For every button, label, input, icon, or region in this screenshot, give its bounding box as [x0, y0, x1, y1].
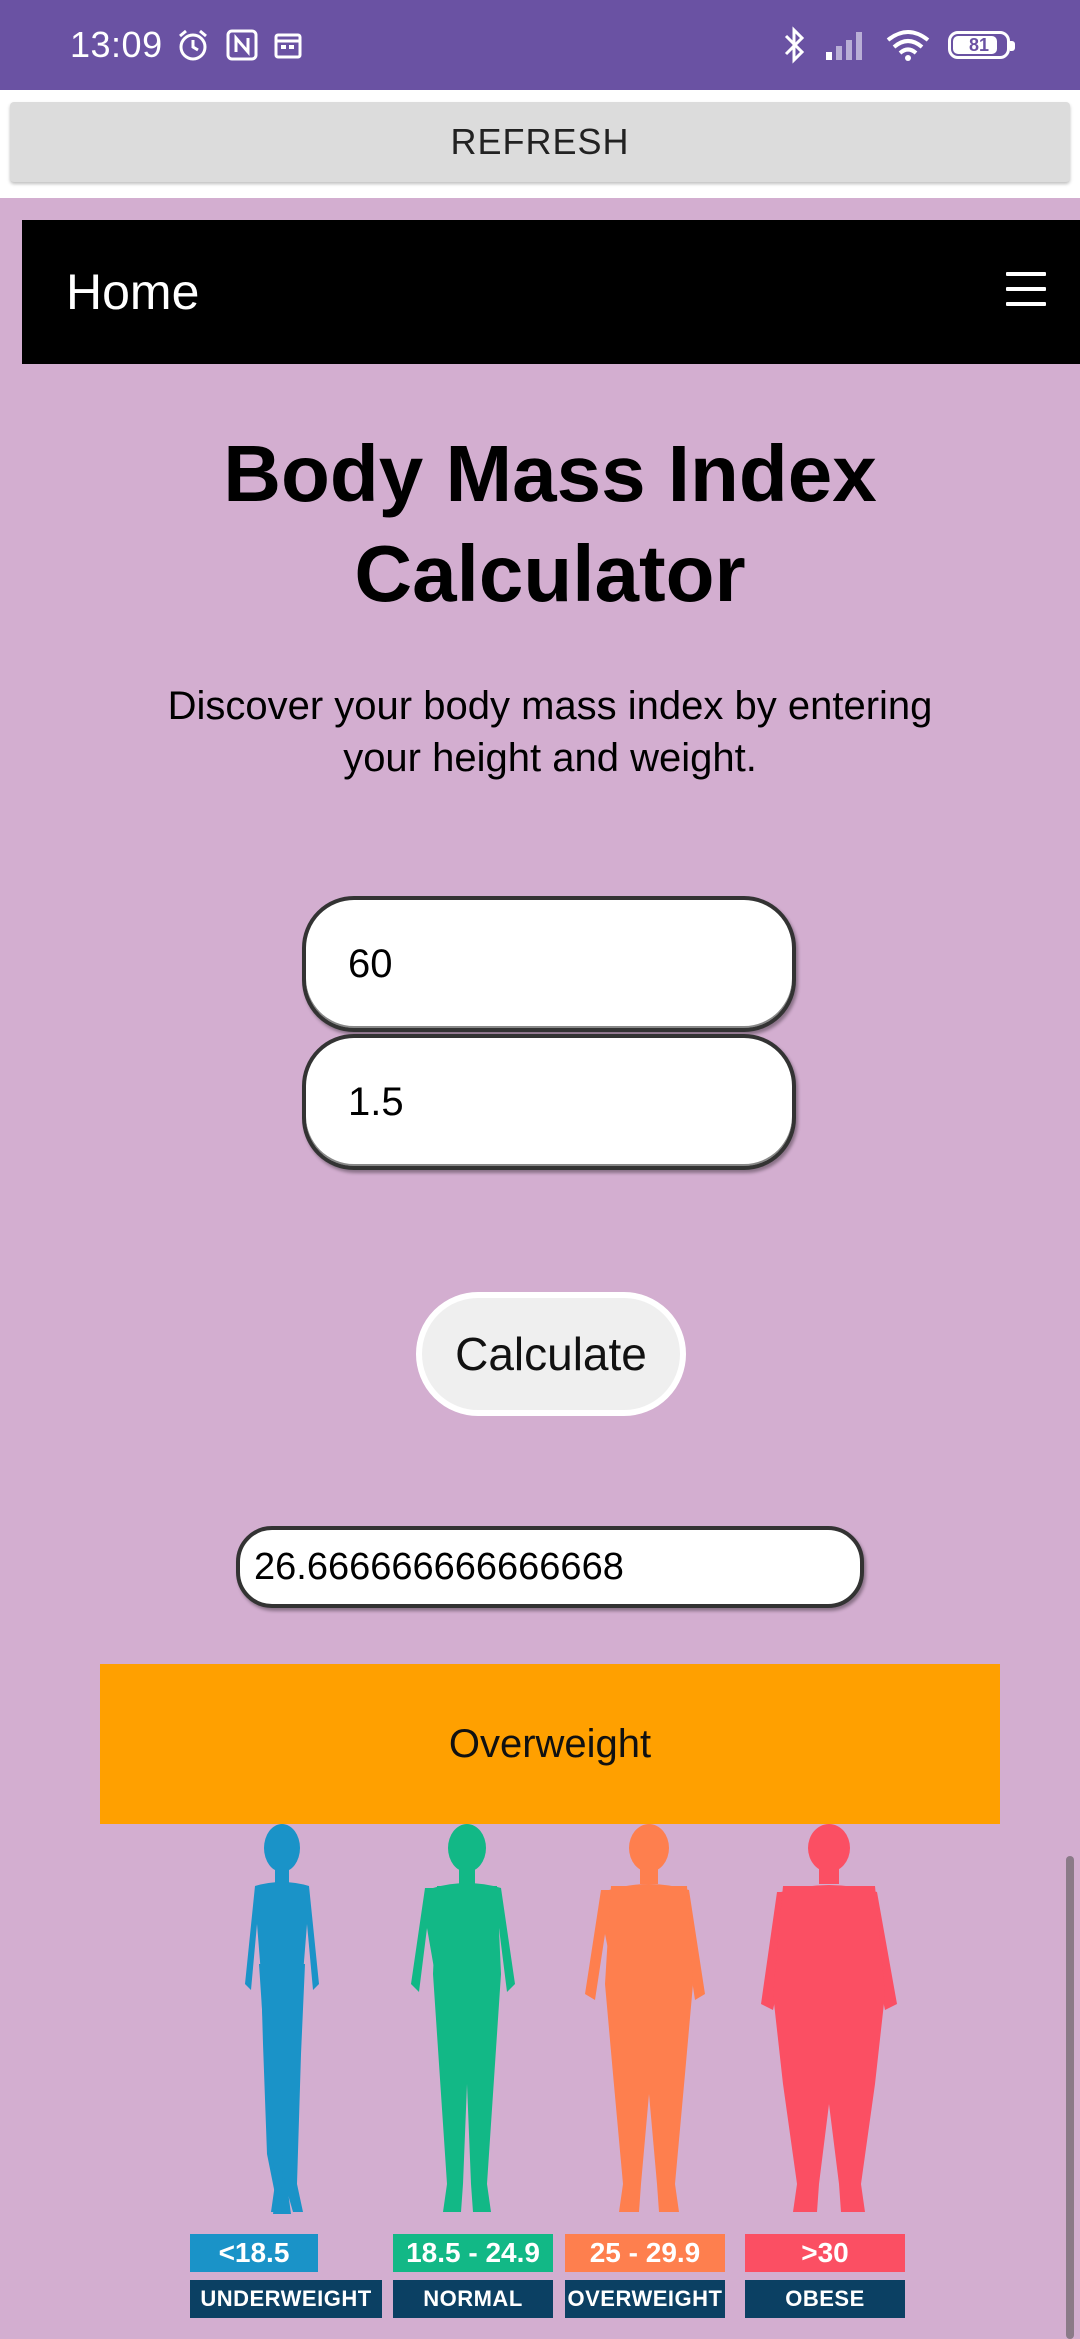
refresh-bar: REFRESH [0, 90, 1080, 198]
obese-silhouette [761, 1824, 897, 2212]
overweight-range: 25 - 29.9 [565, 2234, 725, 2272]
normal-label: NORMAL [393, 2280, 553, 2318]
normal-range: 18.5 - 24.9 [393, 2234, 553, 2272]
weight-input[interactable] [302, 896, 796, 1032]
underweight-range: <18.5 [190, 2234, 318, 2272]
nfc-icon [225, 28, 259, 62]
nav-home-link[interactable]: Home [66, 263, 199, 321]
bmi-category-banner: Overweight [100, 1664, 1000, 1824]
signal-icon [824, 28, 868, 62]
navbar: Home [22, 220, 1080, 364]
overweight-label: OVERWEIGHT [565, 2280, 725, 2318]
alarm-icon [175, 27, 211, 63]
subtitle-line-2: your height and weight. [343, 736, 757, 780]
bmi-result-field: 26.666666666666668 [236, 1526, 864, 1608]
calculate-button[interactable]: Calculate [416, 1292, 686, 1416]
title-line-1: Body Mass Index [223, 429, 877, 518]
body-silhouettes [245, 1824, 897, 2214]
underweight-label: UNDERWEIGHT [190, 2280, 382, 2318]
underweight-silhouette [245, 1824, 319, 2214]
obese-range: >30 [745, 2234, 905, 2272]
bmi-range-row: <18.5 18.5 - 24.9 25 - 29.9 >30 [185, 2234, 915, 2272]
status-time: 13:09 [70, 24, 163, 65]
obese-label: OBESE [745, 2280, 905, 2318]
refresh-button[interactable]: REFRESH [10, 102, 1070, 182]
page-scrollbar[interactable] [1066, 1856, 1074, 2339]
normal-silhouette [411, 1824, 515, 2212]
bmi-label-row: UNDERWEIGHT NORMAL OVERWEIGHT OBESE [185, 2280, 915, 2318]
overweight-silhouette [585, 1824, 705, 2212]
page-title: Body Mass Index Calculator [0, 424, 1080, 624]
calendar-icon [273, 30, 303, 60]
page-subtitle: Discover your body mass index by enterin… [120, 680, 980, 784]
status-bar: 13:09 81 [0, 0, 1080, 90]
battery-percent: 81 [968, 34, 990, 55]
battery-icon: 81 [948, 31, 1015, 59]
bmi-categories-illustration: <18.5 18.5 - 24.9 25 - 29.9 >30 UNDERWEI… [185, 1824, 915, 2339]
hamburger-icon[interactable] [1006, 272, 1046, 312]
title-line-2: Calculator [354, 529, 746, 618]
wifi-icon [886, 28, 930, 62]
bluetooth-icon [782, 26, 806, 64]
subtitle-line-1: Discover your body mass index by enterin… [167, 684, 933, 728]
height-input[interactable] [302, 1034, 796, 1170]
